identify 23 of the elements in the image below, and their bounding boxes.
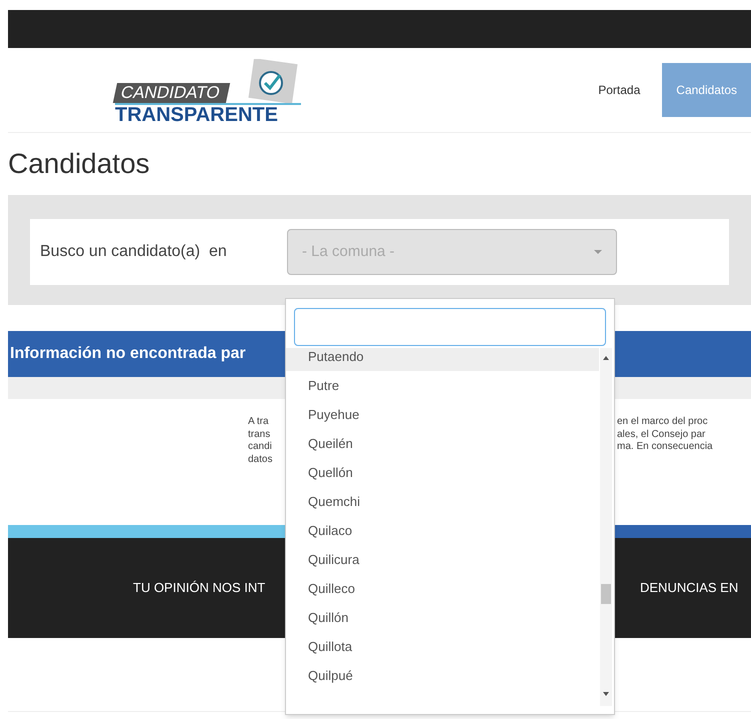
footer-link[interactable]: TU OPINIÓN NOS INT — [133, 578, 266, 598]
logo-text: TRANSPARENTE — [115, 105, 278, 125]
logo-text: CANDIDATO — [112, 83, 230, 103]
page-title: Candidatos — [8, 147, 151, 181]
paragraph-text: en el marco del proc — [617, 416, 709, 428]
scrollbar-thumb[interactable] — [601, 584, 611, 604]
paragraph-text: trans — [248, 428, 272, 441]
nav-tab[interactable]: Portada — [584, 63, 654, 117]
site-logo[interactable]: CANDIDATO TRANSPARENTE — [115, 55, 315, 125]
notice-text: Información no encontrada par — [10, 344, 246, 364]
footer-link[interactable]: DENUNCIAS EN — [640, 578, 738, 598]
search-label: Busco un candidato(a) en — [40, 242, 228, 262]
paragraph-text: candi — [248, 441, 272, 454]
dropdown-option[interactable]: Putaendo — [286, 348, 599, 371]
scrollbar[interactable] — [600, 348, 612, 706]
search-field[interactable] — [294, 308, 606, 346]
caret-icon — [594, 250, 602, 254]
paragraph-text: datos — [248, 454, 272, 466]
paragraph-text: A tra — [248, 416, 270, 428]
paragraph-text: ales, el Consejo par — [617, 428, 706, 441]
scroll-down-icon[interactable] — [603, 692, 609, 696]
scroll-up-icon[interactable] — [603, 356, 609, 360]
paragraph-text: ma. En consecuencia — [617, 441, 713, 454]
